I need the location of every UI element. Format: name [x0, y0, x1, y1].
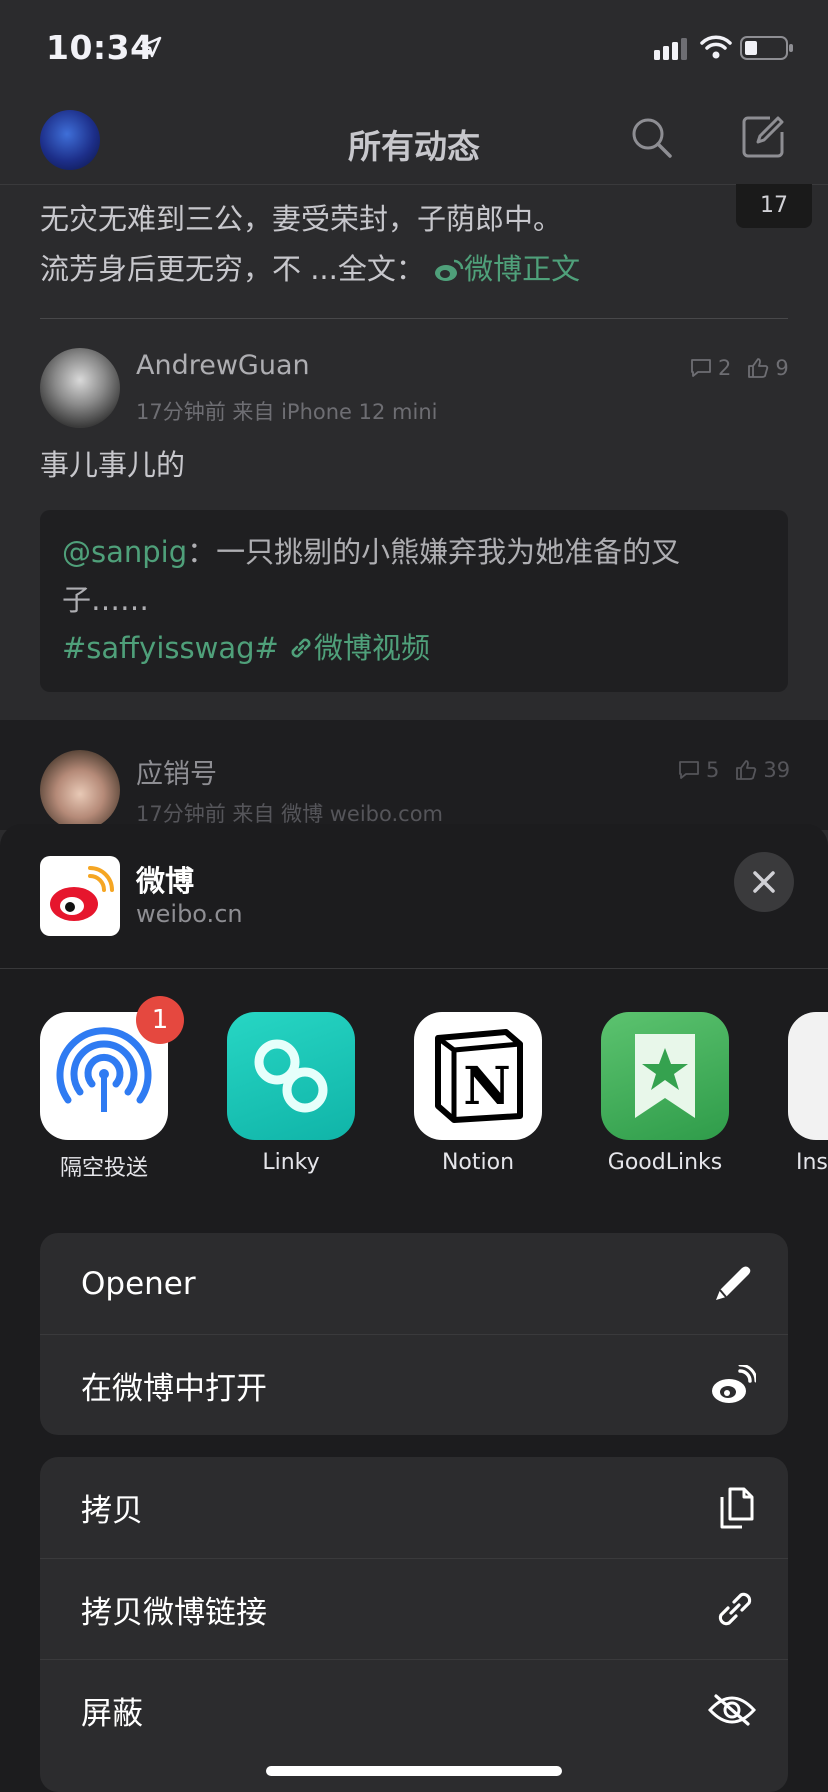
quoted-text-line: #saffyisswag# 微博视频	[62, 624, 430, 672]
post-meta: 17分钟前 来自 iPhone 12 mini	[136, 400, 438, 424]
app-instapaper[interactable]	[788, 1012, 828, 1140]
user-avatar[interactable]	[40, 348, 120, 428]
hashtag-link[interactable]: #saffyisswag#	[62, 631, 279, 665]
action-label: 拷贝	[81, 1493, 143, 1529]
full-text-link-label: 微博正文	[464, 252, 581, 286]
post-text: 事儿事儿的	[40, 448, 186, 482]
notion-icon: N	[435, 1029, 523, 1123]
action-label: 屏蔽	[81, 1695, 143, 1732]
action-copy[interactable]: 拷贝	[40, 1457, 788, 1558]
comment-count: 5	[706, 758, 720, 782]
search-icon[interactable]	[628, 114, 676, 162]
cellular-signal-icon	[654, 38, 687, 60]
comment-icon[interactable]	[690, 358, 712, 378]
unread-count-chip[interactable]: 17	[736, 184, 812, 228]
page-title: 所有动态	[348, 127, 480, 166]
app-label: Inst	[796, 1150, 828, 1175]
location-arrow-icon	[140, 36, 162, 58]
link-icon	[718, 1592, 752, 1626]
weibo-icon	[435, 259, 464, 281]
app-label: GoodLinks	[607, 1150, 723, 1175]
like-count: 9	[775, 356, 789, 380]
app-notion[interactable]: N	[414, 1012, 542, 1140]
post-counts: 5 39	[678, 758, 790, 782]
like-count: 39	[763, 758, 791, 782]
comment-icon[interactable]	[678, 760, 700, 780]
site-url: weibo.cn	[136, 900, 243, 928]
user-name[interactable]: 应销号	[136, 752, 217, 791]
site-icon	[40, 856, 120, 936]
app-linky[interactable]	[227, 1012, 355, 1140]
action-label: 在微博中打开	[81, 1370, 267, 1407]
quoted-text: ：一只挑剔的小熊嫌弃我为她准备的叉	[187, 535, 681, 569]
post-counts: 2 9	[690, 356, 789, 380]
post-text-line: 无灾无难到三公，妻受荣封，子荫郎中。	[40, 202, 563, 236]
action-open-in-weibo[interactable]: 在微博中打开	[40, 1334, 788, 1435]
weibo-icon	[712, 1365, 756, 1403]
video-link-label: 微博视频	[314, 631, 431, 665]
post-text-line: 流芳身后更无穷，不 ...全文： 微博正文	[40, 244, 580, 294]
home-indicator[interactable]	[266, 1766, 562, 1776]
action-copy-weibo-link[interactable]: 拷贝微博链接	[40, 1558, 788, 1659]
action-label: 拷贝微博链接	[81, 1594, 267, 1631]
status-time: 10:34	[46, 28, 154, 67]
sheet-divider	[0, 968, 828, 969]
like-icon[interactable]	[747, 357, 769, 379]
quoted-text-line: @sanpig：一只挑剔的小熊嫌弃我为她准备的叉	[62, 528, 680, 576]
action-group: Opener 在微博中打开	[40, 1233, 788, 1435]
close-icon	[753, 871, 775, 893]
wifi-icon	[700, 35, 732, 59]
action-label: Opener	[81, 1265, 196, 1302]
copy-icon	[720, 1487, 754, 1528]
app-label: Linky	[262, 1150, 320, 1175]
notification-badge: 1	[136, 996, 184, 1044]
app-label: 隔空投送	[59, 1156, 148, 1181]
action-block[interactable]: 屏蔽	[40, 1659, 788, 1760]
pencil-icon	[716, 1266, 751, 1300]
goodlinks-icon	[635, 1034, 695, 1118]
weibo-logo-icon	[50, 866, 114, 921]
svg-text:N: N	[463, 1056, 511, 1117]
app-goodlinks[interactable]	[601, 1012, 729, 1140]
post-text: 流芳身后更无穷，不 ...全文：	[40, 252, 425, 286]
comment-count: 2	[718, 356, 732, 380]
action-opener[interactable]: Opener	[40, 1233, 788, 1334]
quoted-text-line: 子……	[62, 583, 150, 617]
like-icon[interactable]	[735, 759, 757, 781]
close-button[interactable]	[734, 852, 794, 912]
full-text-link[interactable]: 微博正文	[434, 252, 580, 286]
video-link[interactable]: 微博视频	[288, 631, 430, 665]
linky-icon	[254, 1039, 328, 1113]
user-name[interactable]: AndrewGuan	[136, 350, 310, 381]
link-icon	[291, 638, 311, 658]
eye-slash-icon	[708, 1694, 756, 1726]
user-avatar[interactable]	[40, 750, 120, 830]
post-divider	[40, 318, 788, 319]
site-name: 微博	[136, 864, 195, 898]
compose-icon[interactable]	[740, 114, 786, 160]
mention-link[interactable]: @sanpig	[62, 535, 187, 569]
app-label: Notion	[441, 1150, 515, 1175]
action-group: 拷贝 拷贝微博链接 屏蔽	[40, 1457, 788, 1792]
battery-icon	[740, 36, 793, 60]
